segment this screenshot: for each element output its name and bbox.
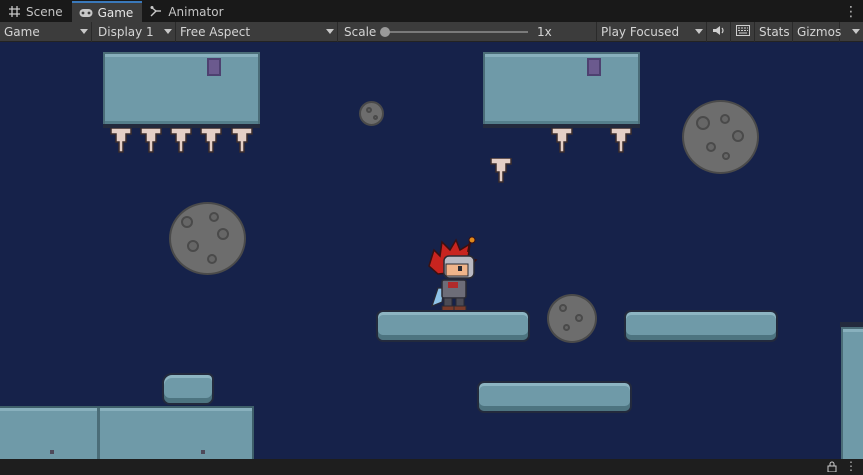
tab-game[interactable]: Game <box>71 1 143 22</box>
spike <box>110 128 132 153</box>
mute-audio-button[interactable] <box>707 21 731 42</box>
aspect-dropdown[interactable]: Free Aspect <box>176 21 338 42</box>
chevron-down-icon <box>852 28 860 34</box>
tab-game-label: Game <box>97 5 134 20</box>
gizmos-dropdown[interactable] <box>840 22 863 42</box>
tab-scene[interactable]: Scene <box>0 1 72 22</box>
tab-animator[interactable]: Animator <box>142 1 232 22</box>
ceiling-block <box>103 52 260 127</box>
shortcuts-button[interactable] <box>731 21 755 42</box>
view-dropdown[interactable]: Game <box>0 21 92 42</box>
spike <box>551 128 573 153</box>
gizmos-button[interactable]: Gizmos <box>793 21 842 42</box>
player-character <box>428 236 478 312</box>
scale-slider-track[interactable] <box>382 30 528 33</box>
ground-seam <box>97 408 100 459</box>
spike <box>140 128 162 153</box>
view-dropdown-label: Game <box>4 24 40 39</box>
spike <box>231 128 253 153</box>
moon-large <box>682 100 759 174</box>
keyboard-icon <box>735 24 750 39</box>
more-options-icon[interactable]: ⋮ <box>838 1 863 22</box>
animator-icon <box>149 5 163 19</box>
moon-small <box>359 101 384 126</box>
game-viewport[interactable] <box>0 42 863 459</box>
moon-large <box>169 202 246 275</box>
spike <box>170 128 192 153</box>
spike <box>200 128 222 153</box>
ground-rivet <box>201 450 205 454</box>
ceiling-block <box>483 52 640 127</box>
wall-block <box>841 327 863 459</box>
bottom-status-bar: ⋮ <box>0 459 863 475</box>
ground-block <box>0 406 254 459</box>
scale-value: 1x <box>537 24 552 39</box>
spike <box>610 128 632 153</box>
ground-rivet <box>50 450 54 454</box>
block-rivet <box>587 58 601 76</box>
aspect-dropdown-label: Free Aspect <box>180 24 251 39</box>
chevron-down-icon <box>326 28 334 34</box>
falling-spike <box>490 158 512 183</box>
display-dropdown[interactable]: Display 1 <box>92 21 176 42</box>
floating-platform <box>624 310 778 342</box>
gizmos-label: Gizmos <box>797 24 842 39</box>
floating-platform <box>477 381 632 413</box>
stats-button[interactable]: Stats <box>755 21 793 42</box>
editor-tab-bar: Scene Game Animator ⋮ <box>0 0 863 22</box>
game-view-toolbar: Game Display 1 Free Aspect Scale 1x Play… <box>0 21 863 42</box>
chevron-down-icon <box>695 28 703 34</box>
scale-slider-thumb[interactable] <box>380 26 390 37</box>
floating-platform <box>376 310 530 342</box>
display-dropdown-label: Display 1 <box>98 24 154 39</box>
small-rock-platform <box>162 373 214 405</box>
play-mode-label: Play Focused <box>601 24 680 39</box>
scale-slider[interactable]: Scale 1x <box>338 21 597 42</box>
gamepad-icon <box>79 6 93 20</box>
speaker-icon <box>712 25 726 39</box>
grid-icon <box>7 5 21 19</box>
play-mode-dropdown[interactable]: Play Focused <box>597 21 707 42</box>
chevron-down-icon <box>80 28 88 34</box>
more-options-icon[interactable]: ⋮ <box>845 459 857 473</box>
block-rivet <box>207 58 221 76</box>
scale-label: Scale <box>344 24 377 39</box>
chevron-down-icon <box>164 28 172 34</box>
tab-scene-label: Scene <box>26 4 63 19</box>
lock-icon[interactable] <box>827 461 837 472</box>
tab-animator-label: Animator <box>168 4 224 19</box>
stats-label: Stats <box>759 24 790 39</box>
moon-medium <box>547 294 597 343</box>
